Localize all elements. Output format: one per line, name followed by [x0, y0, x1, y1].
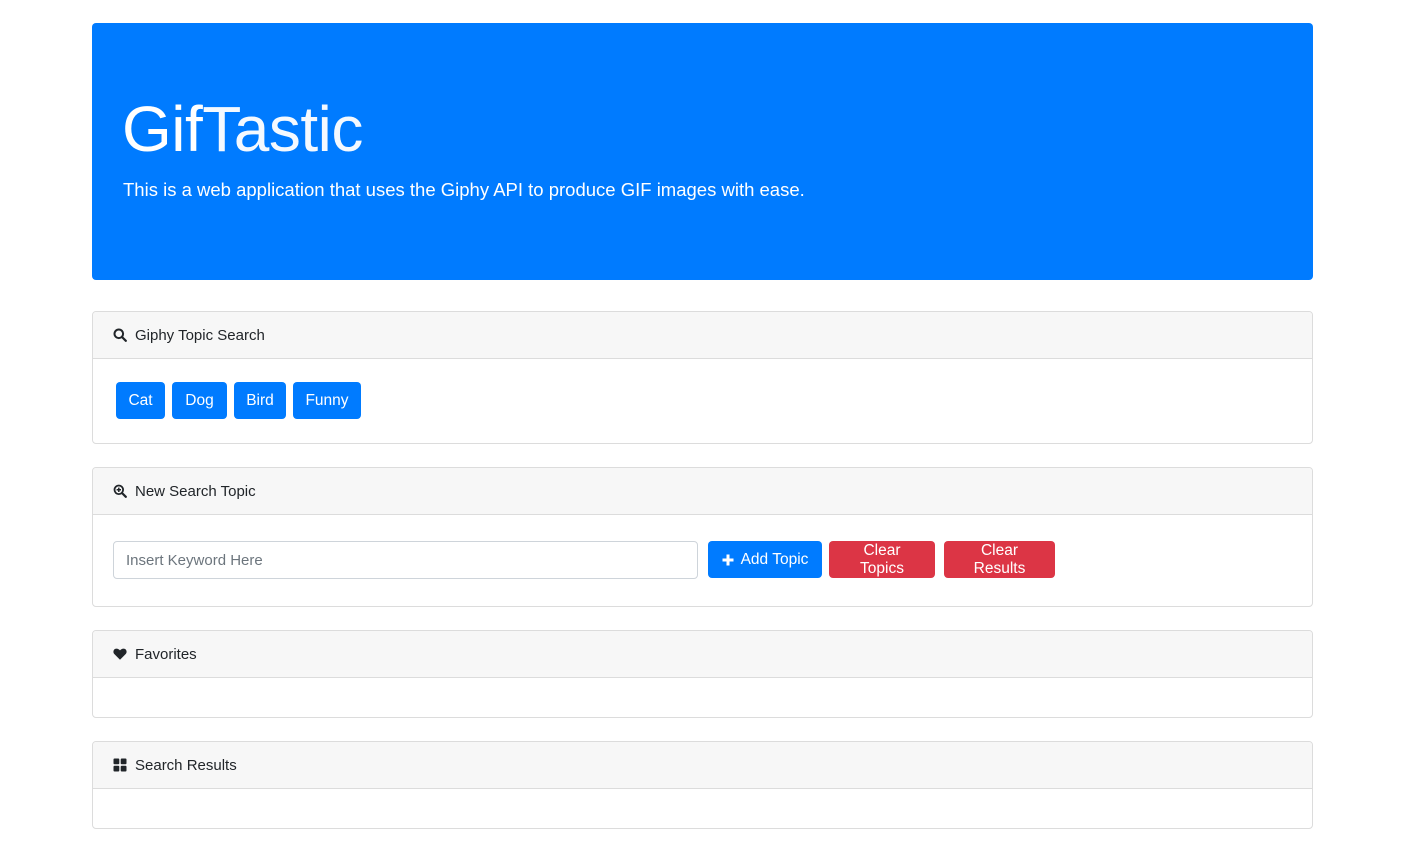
results-body — [93, 789, 1312, 828]
app-title-gif: Gif — [122, 93, 203, 165]
new-topic-form: Add Topic Clear Topics Clear Results — [93, 515, 1312, 606]
favorites-card: Favorites — [92, 630, 1313, 718]
results-card: Search Results — [92, 741, 1313, 829]
grid-icon — [113, 758, 127, 772]
favorites-header: Favorites — [93, 631, 1312, 678]
favorites-body — [93, 678, 1312, 717]
clear-topics-button[interactable]: Clear Topics — [829, 541, 935, 578]
add-topic-label: Add Topic — [740, 550, 809, 568]
new-topic-title: New Search Topic — [135, 482, 256, 500]
favorites-title: Favorites — [135, 645, 197, 663]
topic-button-dog[interactable]: Dog — [172, 382, 227, 419]
topic-button-funny[interactable]: Funny — [293, 382, 361, 419]
topic-search-card: Giphy Topic Search Cat Dog Bird Funny — [92, 311, 1313, 444]
add-topic-button[interactable]: Add Topic — [708, 541, 822, 578]
plus-icon — [722, 554, 734, 566]
topic-buttons-container: Cat Dog Bird Funny — [93, 359, 1312, 443]
clear-results-button[interactable]: Clear Results — [944, 541, 1055, 578]
new-topic-card: New Search Topic Add Topic Clear Topics … — [92, 467, 1313, 607]
results-title: Search Results — [135, 756, 237, 774]
new-topic-header: New Search Topic — [93, 468, 1312, 515]
topic-button-bird[interactable]: Bird — [234, 382, 286, 419]
topic-search-header: Giphy Topic Search — [93, 312, 1312, 359]
jumbotron: GifTastic This is a web application that… — [92, 23, 1313, 280]
search-icon — [113, 328, 127, 342]
keyword-input[interactable] — [113, 541, 698, 579]
results-header: Search Results — [93, 742, 1312, 789]
topic-search-title: Giphy Topic Search — [135, 326, 265, 344]
app-title-tastic: Tastic — [202, 93, 363, 165]
heart-icon — [113, 647, 127, 661]
app-description: This is a web application that uses the … — [123, 179, 805, 200]
topic-button-cat[interactable]: Cat — [116, 382, 165, 419]
search-plus-icon — [113, 484, 127, 498]
app-title: GifTastic — [122, 91, 363, 167]
